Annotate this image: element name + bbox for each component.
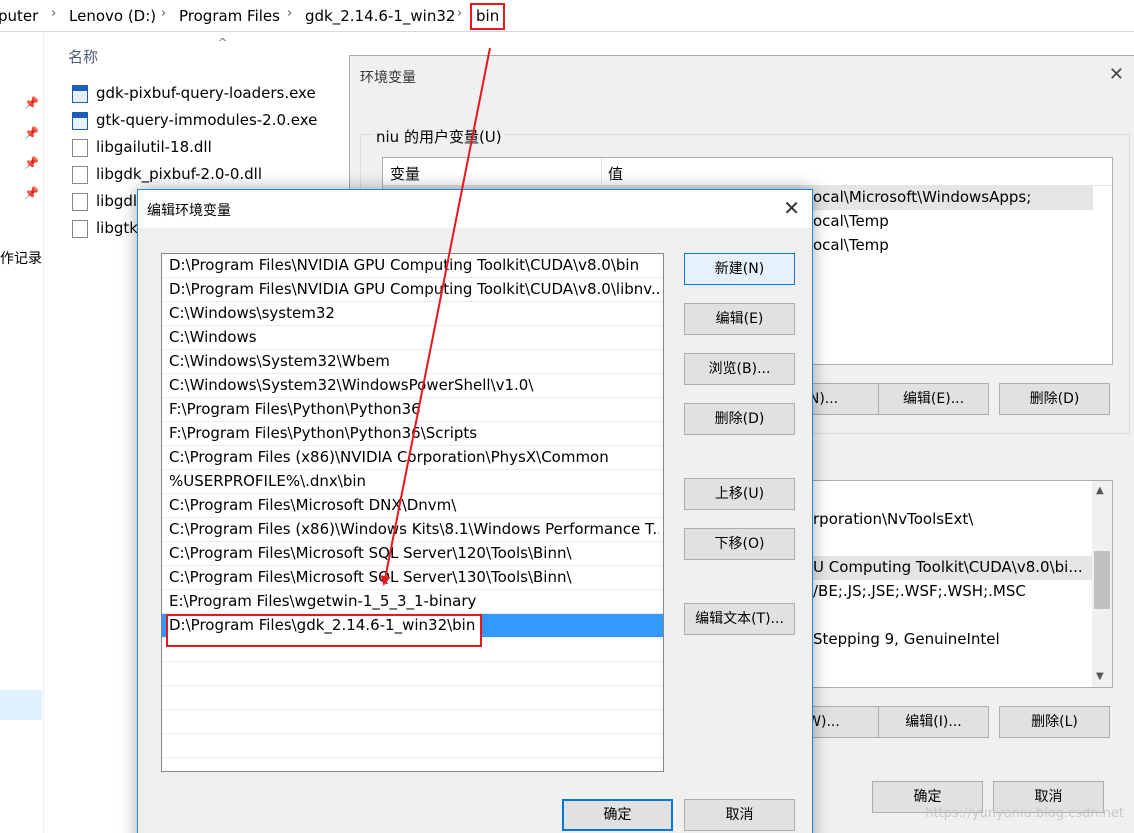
arrow-line [380, 47, 491, 586]
watermark-text: https://yunyaniu.blog.csdn.net [925, 806, 1124, 821]
annotation-arrow [380, 47, 491, 586]
